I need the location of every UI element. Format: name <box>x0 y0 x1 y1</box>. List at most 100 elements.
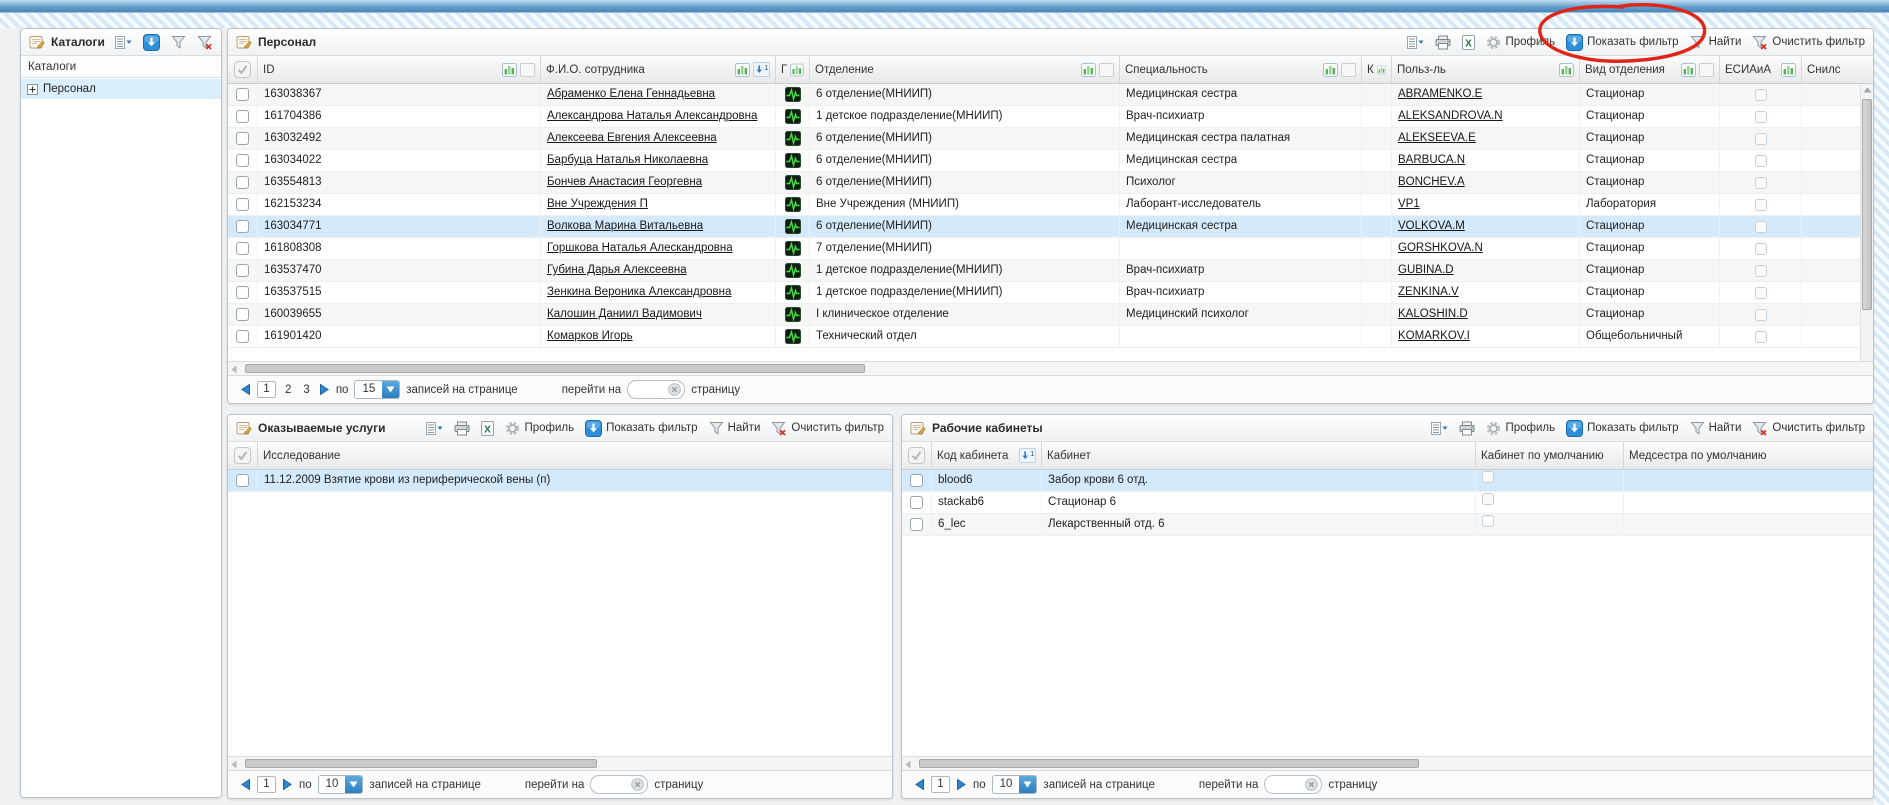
ecg-icon[interactable] <box>785 219 801 234</box>
employee-link[interactable]: Вне Учреждения П <box>547 198 648 210</box>
table-row[interactable]: 163034022 Барбуца Наталья Николаевна 6 о… <box>228 150 1873 172</box>
column-chart-icon[interactable] <box>1559 63 1574 77</box>
employee-link[interactable]: Алексеева Евгения Алексеевна <box>547 132 717 144</box>
ecg-icon[interactable] <box>785 329 801 344</box>
column-header-specialty[interactable]: Специальность <box>1120 56 1362 83</box>
employee-link[interactable]: Губина Дарья Алексеевна <box>547 264 687 276</box>
esia-checkbox[interactable] <box>1755 309 1767 321</box>
select-all-header[interactable] <box>902 442 932 469</box>
table-row[interactable]: 163038367 Абраменко Елена Геннадьевна 6 … <box>228 84 1873 106</box>
table-row[interactable]: 161808308 Горшкова Наталья Алескандровна… <box>228 238 1873 260</box>
table-row[interactable]: 163032492 Алексеева Евгения Алексеевна 6… <box>228 128 1873 150</box>
ecg-icon[interactable] <box>785 285 801 300</box>
profile-button[interactable]: Профиль <box>1486 421 1555 436</box>
row-checkbox[interactable] <box>236 330 249 343</box>
esia-checkbox[interactable] <box>1755 221 1767 233</box>
table-row[interactable]: 161704386 Александрова Наталья Александр… <box>228 106 1873 128</box>
column-chart-icon[interactable] <box>1681 63 1696 77</box>
print-button[interactable] <box>1459 421 1475 436</box>
table-row[interactable]: stackab6 Стационар 6 <box>902 492 1873 514</box>
vertical-scrollbar-thumb[interactable] <box>1862 99 1872 310</box>
table-row[interactable]: blood6 Забор крови 6 отд. <box>902 470 1873 492</box>
column-header-snils[interactable]: Снилс <box>1802 56 1873 83</box>
column-header-id[interactable]: ID <box>258 56 541 83</box>
esia-checkbox[interactable] <box>1755 331 1767 343</box>
tree-item-personnel[interactable]: Персонал <box>21 79 221 99</box>
ecg-icon[interactable] <box>785 241 801 256</box>
export-excel-button[interactable]: X <box>481 421 494 436</box>
employee-link[interactable]: Комарков Игорь <box>547 330 633 342</box>
combo-dropdown-icon[interactable] <box>382 381 399 398</box>
ecg-icon[interactable] <box>785 87 801 102</box>
esia-checkbox[interactable] <box>1755 133 1767 145</box>
scroll-left-icon[interactable] <box>231 760 237 769</box>
user-link[interactable]: ALEKSANDROVA.N <box>1398 110 1503 122</box>
table-row[interactable]: 11.12.2009 Взятие крови из периферическо… <box>228 470 892 492</box>
esia-checkbox[interactable] <box>1755 287 1767 299</box>
row-checkbox[interactable] <box>236 154 249 167</box>
per-page-select[interactable]: 15 <box>354 380 400 399</box>
page-link[interactable]: 3 <box>300 384 312 396</box>
horizontal-scrollbar-thumb[interactable] <box>245 364 865 373</box>
default-cabinet-checkbox[interactable] <box>1482 515 1494 527</box>
esia-checkbox[interactable] <box>1755 111 1767 123</box>
next-page-button[interactable] <box>956 778 967 791</box>
column-chart-icon[interactable] <box>1323 63 1338 77</box>
scroll-left-icon[interactable] <box>231 365 237 374</box>
row-checkbox[interactable] <box>236 308 249 321</box>
catalogs-column-header[interactable]: Каталоги <box>21 56 221 78</box>
column-header-code[interactable]: Код кабинета1 <box>932 442 1042 469</box>
show-filter-button[interactable]: Показать фильтр <box>585 420 697 437</box>
employee-link[interactable]: Калошин Даниил Вадимович <box>547 308 702 320</box>
esia-checkbox[interactable] <box>1755 199 1767 211</box>
print-button[interactable] <box>1435 35 1451 50</box>
table-row[interactable]: 163034771 Волкова Марина Витальевна 6 от… <box>228 216 1873 238</box>
clear-input-icon[interactable] <box>1305 778 1318 791</box>
next-page-button[interactable] <box>282 778 293 791</box>
column-filter-box[interactable] <box>1699 63 1714 77</box>
row-checkbox[interactable] <box>236 242 249 255</box>
column-filter-box[interactable] <box>1341 63 1356 77</box>
row-checkbox[interactable] <box>236 110 249 123</box>
user-link[interactable]: GUBINA.D <box>1398 264 1454 276</box>
print-button[interactable] <box>454 421 470 436</box>
column-chart-icon[interactable] <box>1377 63 1386 77</box>
clear-input-icon[interactable] <box>668 383 681 396</box>
combo-dropdown-icon[interactable] <box>1019 776 1036 793</box>
profile-button[interactable]: Профиль <box>505 421 574 436</box>
vertical-scrollbar[interactable] <box>1860 84 1873 361</box>
row-checkbox[interactable] <box>236 132 249 145</box>
find-button[interactable] <box>171 35 186 49</box>
clear-filter-button[interactable]: Очистить фильтр <box>1752 35 1865 50</box>
per-page-select[interactable]: 10 <box>318 775 364 794</box>
ecg-icon[interactable] <box>785 197 801 212</box>
column-header-default-nurse[interactable]: Медсестра по умолчанию <box>1624 442 1873 469</box>
row-checkbox[interactable] <box>910 496 923 509</box>
show-filter-button[interactable]: Показать фильтр <box>1566 420 1678 437</box>
horizontal-scrollbar-thumb[interactable] <box>919 759 1419 768</box>
column-header-user[interactable]: Польз-ль <box>1392 56 1580 83</box>
horizontal-scrollbar[interactable] <box>228 756 892 770</box>
column-header-fio[interactable]: Ф.И.О. сотрудника1 <box>541 56 776 83</box>
column-header-g[interactable]: Г <box>776 56 810 83</box>
column-filter-box[interactable] <box>1099 63 1114 77</box>
column-header-default-cabinet[interactable]: Кабинет по умолчанию <box>1476 442 1624 469</box>
user-link[interactable]: KALOSHIN.D <box>1398 308 1468 320</box>
row-checkbox[interactable] <box>236 474 249 487</box>
horizontal-scrollbar-thumb[interactable] <box>245 759 597 768</box>
employee-link[interactable]: Горшкова Наталья Алескандровна <box>547 242 733 254</box>
column-filter-box[interactable] <box>520 63 535 77</box>
list-menu-button[interactable] <box>1407 36 1424 49</box>
row-checkbox[interactable] <box>236 198 249 211</box>
prev-page-button[interactable] <box>914 778 925 791</box>
user-link[interactable]: ZENKINA.V <box>1398 286 1459 298</box>
employee-link[interactable]: Волкова Марина Витальевна <box>547 220 703 232</box>
user-link[interactable]: VOLKOVA.M <box>1398 220 1465 232</box>
profile-button[interactable]: Профиль <box>1486 35 1555 50</box>
table-row[interactable]: 163537470 Губина Дарья Алексеевна 1 детс… <box>228 260 1873 282</box>
column-chart-icon[interactable] <box>790 63 804 77</box>
sort-ascending-icon[interactable]: 1 <box>753 62 770 77</box>
column-header-k[interactable]: К <box>1362 56 1392 83</box>
find-button[interactable]: Найти <box>1690 421 1742 435</box>
clear-filter-button[interactable]: Очистить фильтр <box>1752 421 1865 436</box>
